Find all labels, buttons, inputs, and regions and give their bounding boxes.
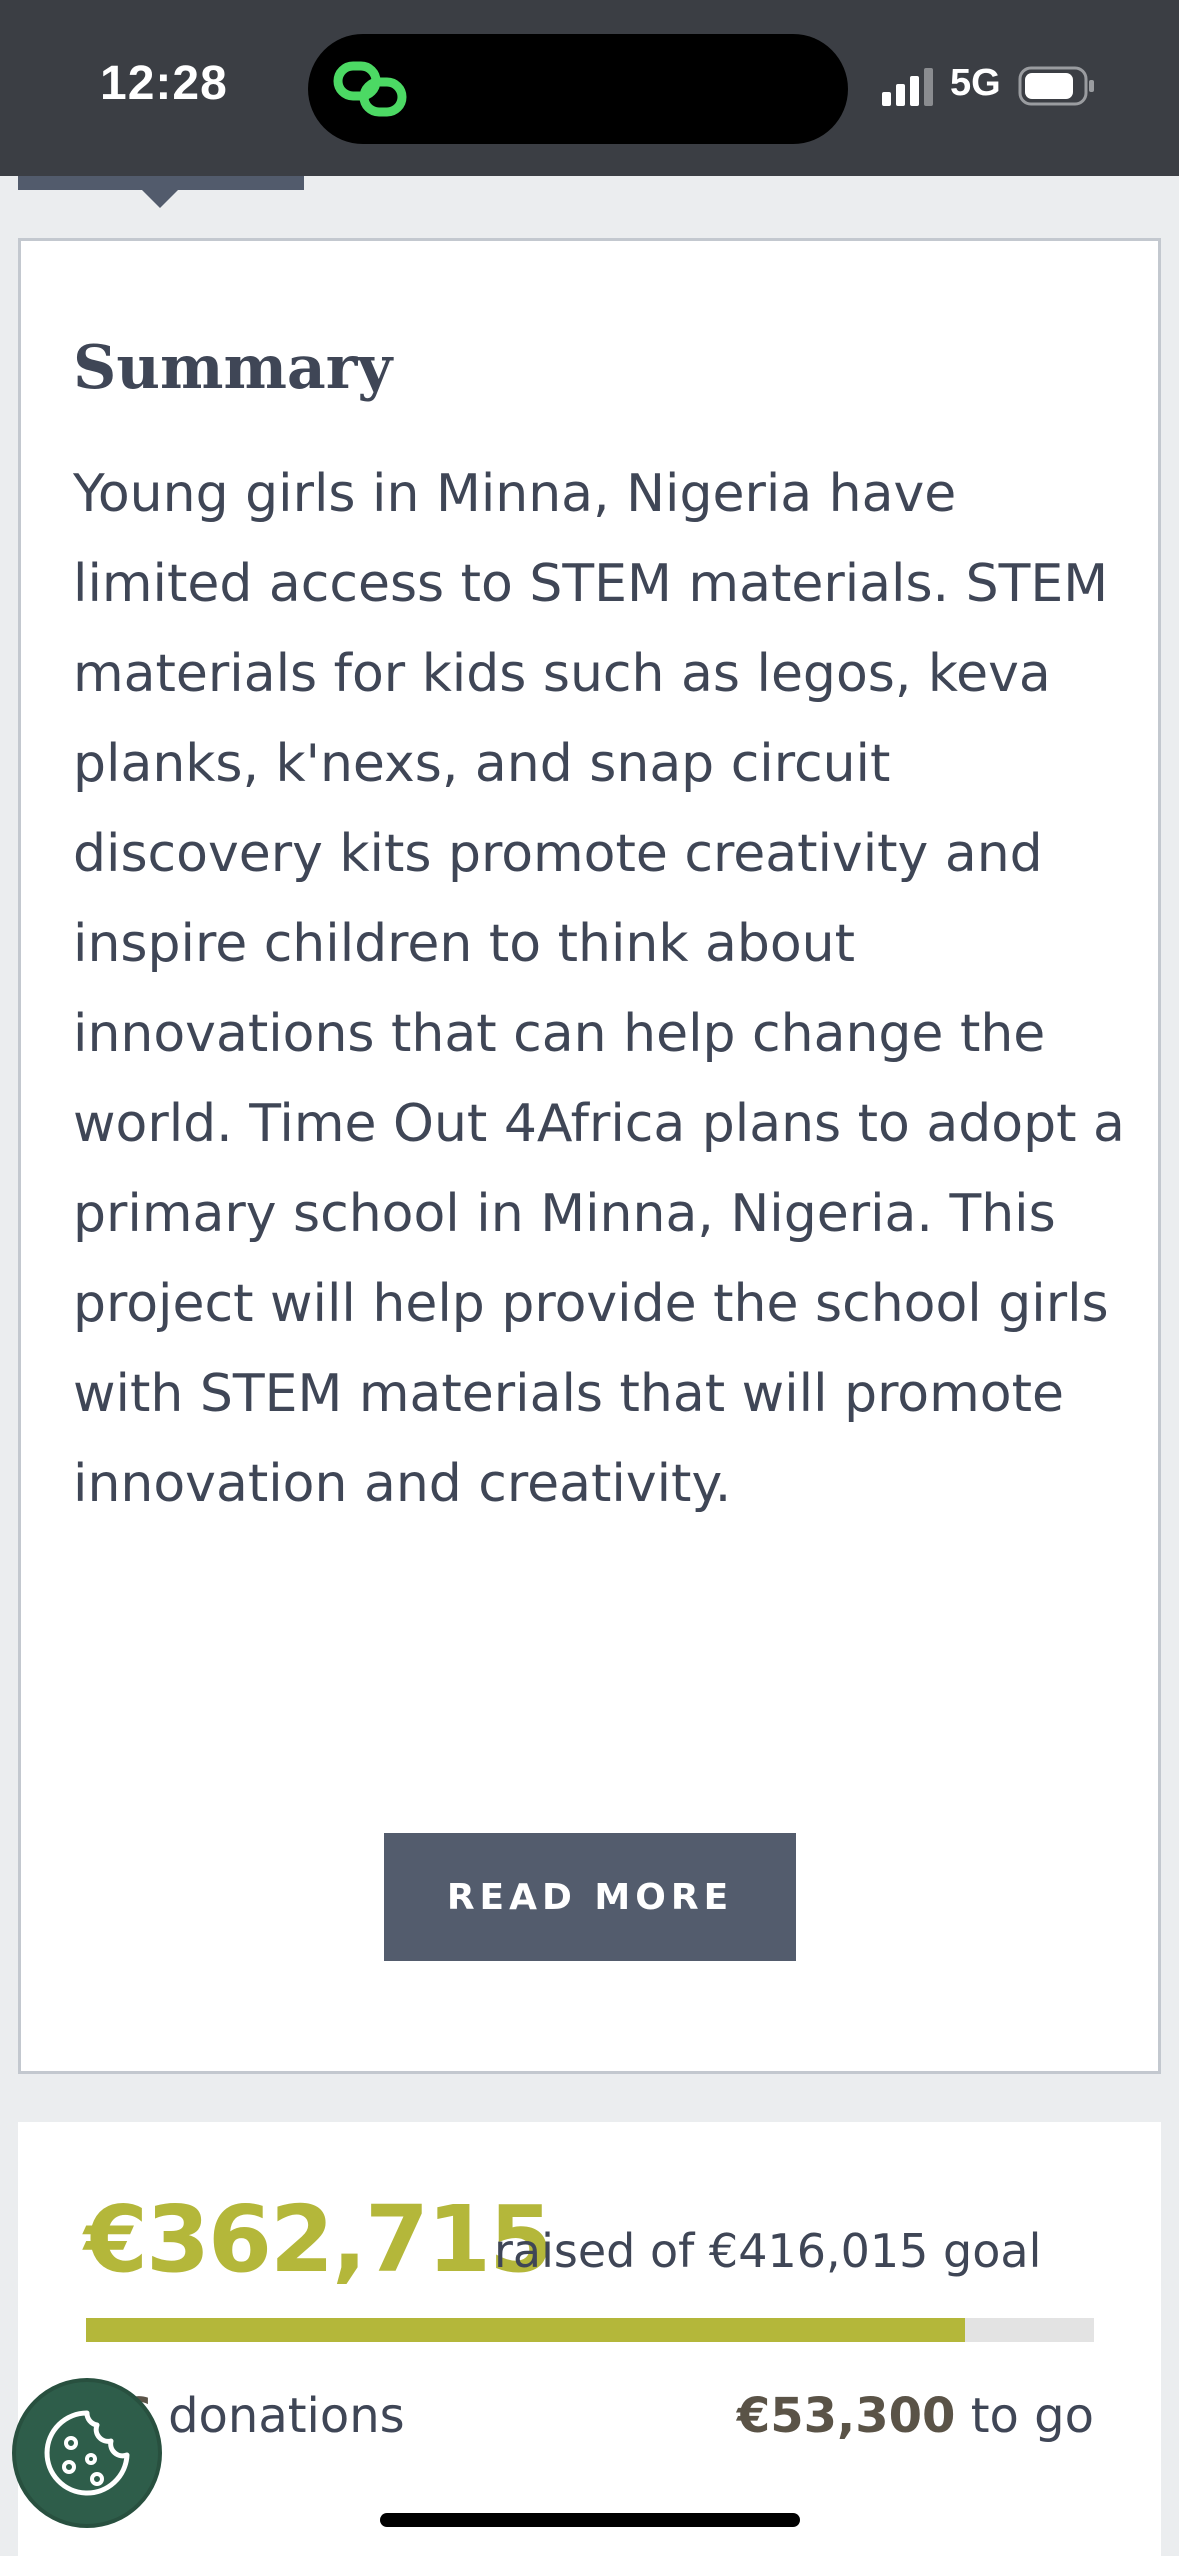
- home-indicator: [380, 2513, 800, 2527]
- status-bar: 12:28 5G: [0, 0, 1179, 176]
- amount-to-go: €53,300 to go: [737, 2388, 1094, 2444]
- dynamic-island: [308, 34, 848, 144]
- progress-bar: [86, 2318, 1094, 2342]
- tab-indicator: [18, 176, 304, 190]
- goal-caption: raised of €416,015 goal: [494, 2224, 1042, 2278]
- read-more-button[interactable]: READ MORE: [384, 1833, 796, 1961]
- cookie-settings-button[interactable]: [12, 2378, 162, 2528]
- network-label: 5G: [950, 62, 1001, 104]
- summary-card: Summary Young girls in Minna, Nigeria ha…: [18, 238, 1161, 2074]
- to-go-amount: €53,300: [736, 2388, 956, 2444]
- fundraising-progress-card: €362,715 raised of €416,015 goal 86 dona…: [18, 2122, 1161, 2556]
- donations-label: donations: [168, 2388, 405, 2444]
- cookie-icon: [44, 2410, 130, 2496]
- progress-bar-fill: [86, 2318, 965, 2342]
- raised-amount: €362,715: [84, 2186, 553, 2293]
- battery-icon: [1018, 66, 1094, 106]
- tab-indicator-arrow: [142, 190, 178, 208]
- status-time: 12:28: [100, 57, 228, 110]
- link-icon: [333, 61, 407, 117]
- to-go-label: to go: [970, 2388, 1094, 2444]
- summary-title: Summary: [73, 333, 393, 403]
- summary-text: Young girls in Minna, Nigeria have limit…: [73, 464, 1125, 1514]
- signal-icon: [882, 68, 933, 106]
